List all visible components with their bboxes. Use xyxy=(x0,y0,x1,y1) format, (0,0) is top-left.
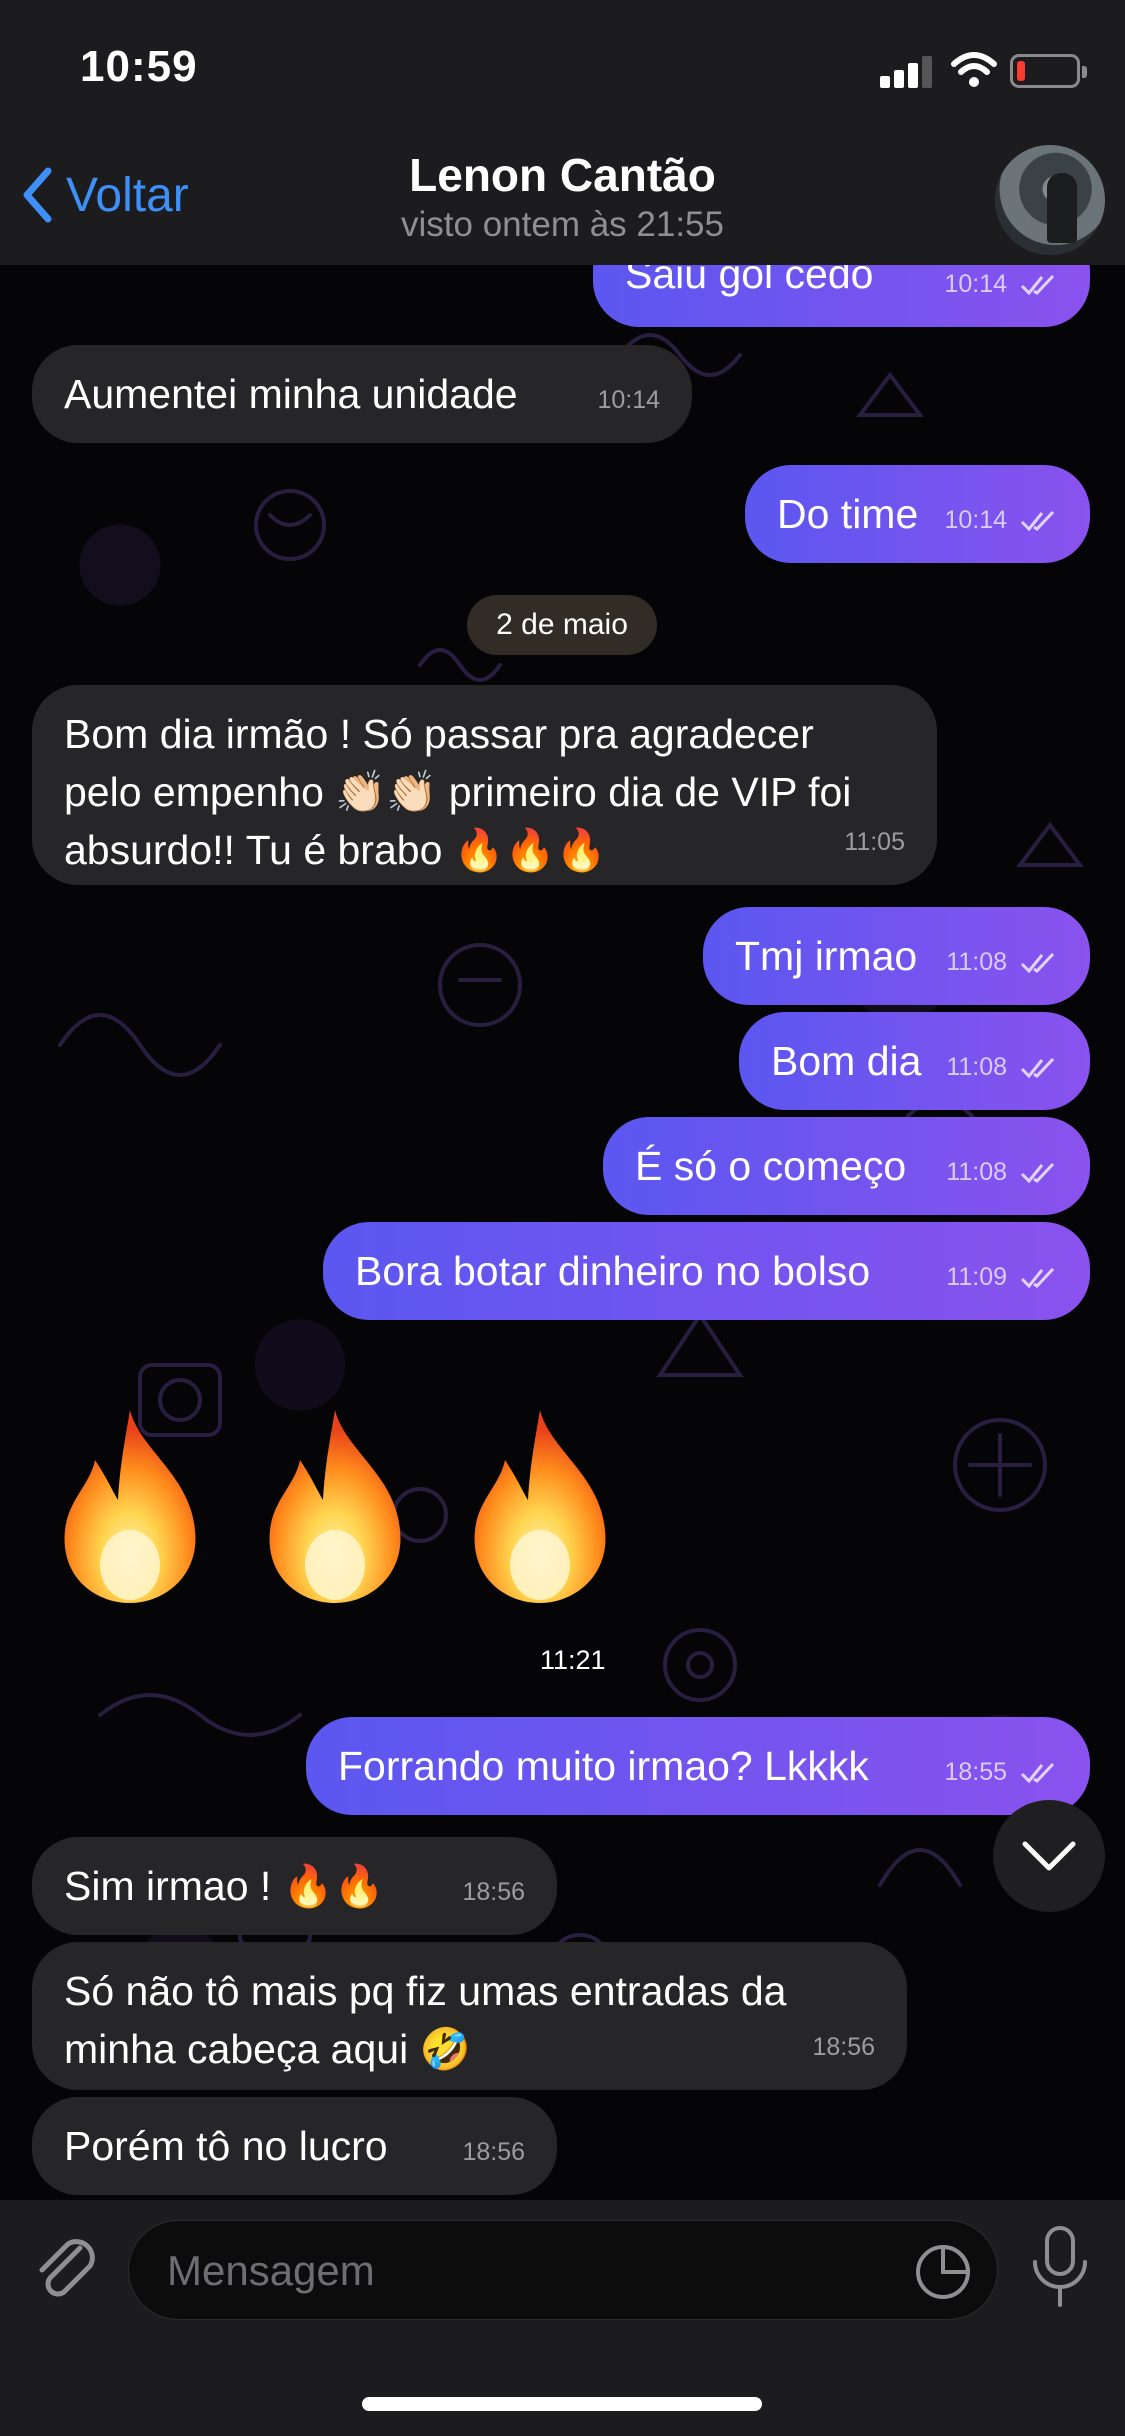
message-bubble-outgoing[interactable]: Forrando muito irmao? Lkkkk 18:55 xyxy=(306,1717,1090,1815)
message-time: 11:08 xyxy=(946,1053,1008,1081)
message-bubble-outgoing[interactable]: Tmj irmao 11:08 xyxy=(703,907,1090,1005)
message-time: 10:14 xyxy=(944,506,1008,534)
home-indicator[interactable] xyxy=(362,2397,762,2411)
scroll-to-bottom-button[interactable] xyxy=(993,1800,1105,1912)
message-text: Tmj irmao xyxy=(735,933,918,979)
message-bubble-incoming[interactable]: Só não tô mais pq fiz umas entradas da m… xyxy=(32,1942,907,2090)
cellular-signal-icon xyxy=(880,54,934,88)
message-bubble-incoming[interactable]: Aumentei minha unidade 10:14 xyxy=(32,345,692,443)
contact-name[interactable]: Lenon Cantão xyxy=(0,148,1125,202)
message-text: Do time xyxy=(777,491,919,537)
message-text: Só não tô mais pq fiz umas entradas da m… xyxy=(64,1968,787,2072)
message-time: 11:08 xyxy=(946,948,1008,976)
message-bubble-outgoing[interactable]: Do time 10:14 xyxy=(745,465,1090,563)
message-bubble-outgoing[interactable]: Bora botar dinheiro no bolso 11:09 xyxy=(323,1222,1090,1320)
last-seen-status: visto ontem às 21:55 xyxy=(401,205,724,244)
message-text: Bora botar dinheiro no bolso xyxy=(355,1248,871,1294)
fire-emoji-icon xyxy=(269,1410,401,1603)
message-text: Bom dia irmão ! Só passar pra agradecer … xyxy=(64,711,852,873)
chevron-down-icon xyxy=(1022,1841,1076,1871)
message-time: 10:14 xyxy=(944,270,1008,298)
message-time: 11:05 xyxy=(844,828,905,856)
message-time: 18:56 xyxy=(462,1878,525,1906)
fire-emoji-icon xyxy=(64,1410,196,1603)
emoji-message-time: 11:21 xyxy=(540,1645,606,1675)
message-text: Porém tô no lucro xyxy=(64,2123,388,2169)
attach-icon[interactable] xyxy=(28,2230,108,2310)
double-check-icon xyxy=(1020,1268,1055,1289)
message-input[interactable] xyxy=(167,2221,817,2321)
message-bubble-incoming[interactable]: Porém tô no lucro 18:56 xyxy=(32,2097,557,2195)
double-check-icon xyxy=(1020,511,1055,532)
message-time: 11:09 xyxy=(946,1263,1008,1291)
status-time: 10:59 xyxy=(80,42,198,91)
wifi-icon xyxy=(951,52,997,87)
emoji-message[interactable] xyxy=(50,1405,650,1605)
message-bubble-incoming[interactable]: Sim irmao ! 🔥🔥 18:56 xyxy=(32,1837,557,1935)
message-text: Aumentei minha unidade xyxy=(64,371,518,417)
message-text: Saiu gol cedo xyxy=(625,265,874,297)
double-check-icon xyxy=(1020,1763,1055,1784)
double-check-icon xyxy=(1020,953,1055,974)
message-bubble-outgoing[interactable]: É só o começo 11:08 xyxy=(603,1117,1090,1215)
double-check-icon xyxy=(1020,275,1055,296)
double-check-icon xyxy=(1020,1058,1055,1079)
message-field[interactable] xyxy=(128,2220,998,2321)
fire-emoji-icon xyxy=(474,1410,606,1603)
message-bubble-outgoing[interactable]: Bom dia 11:08 xyxy=(739,1012,1090,1110)
top-bar: 10:59 Voltar Lenon Cantão visto ontem às… xyxy=(0,0,1125,265)
date-separator: 2 de maio xyxy=(467,595,657,655)
sticker-icon[interactable] xyxy=(914,2243,972,2301)
chat-area[interactable]: Saiu gol cedo 10:14 Aumentei minha unida… xyxy=(0,265,1125,2200)
message-text: Sim irmao ! 🔥🔥 xyxy=(64,1863,385,1909)
message-time: 18:56 xyxy=(812,2033,875,2061)
message-time: 18:55 xyxy=(944,1758,1008,1786)
message-time: 18:56 xyxy=(462,2138,525,2166)
message-text: Forrando muito irmao? Lkkkk xyxy=(338,1743,869,1789)
message-text: É só o começo xyxy=(635,1143,907,1189)
message-bubble-incoming[interactable]: Bom dia irmão ! Só passar pra agradecer … xyxy=(32,685,937,885)
double-check-icon xyxy=(1020,1163,1055,1184)
microphone-icon[interactable] xyxy=(1025,2222,1095,2312)
message-time: 11:08 xyxy=(946,1158,1008,1186)
battery-icon xyxy=(1010,54,1087,88)
status-bar: 10:59 xyxy=(0,40,1125,100)
avatar[interactable] xyxy=(995,145,1105,255)
message-time: 10:14 xyxy=(597,386,660,414)
message-text: Bom dia xyxy=(771,1038,922,1084)
message-bubble-outgoing[interactable]: Saiu gol cedo 10:14 xyxy=(593,265,1090,327)
